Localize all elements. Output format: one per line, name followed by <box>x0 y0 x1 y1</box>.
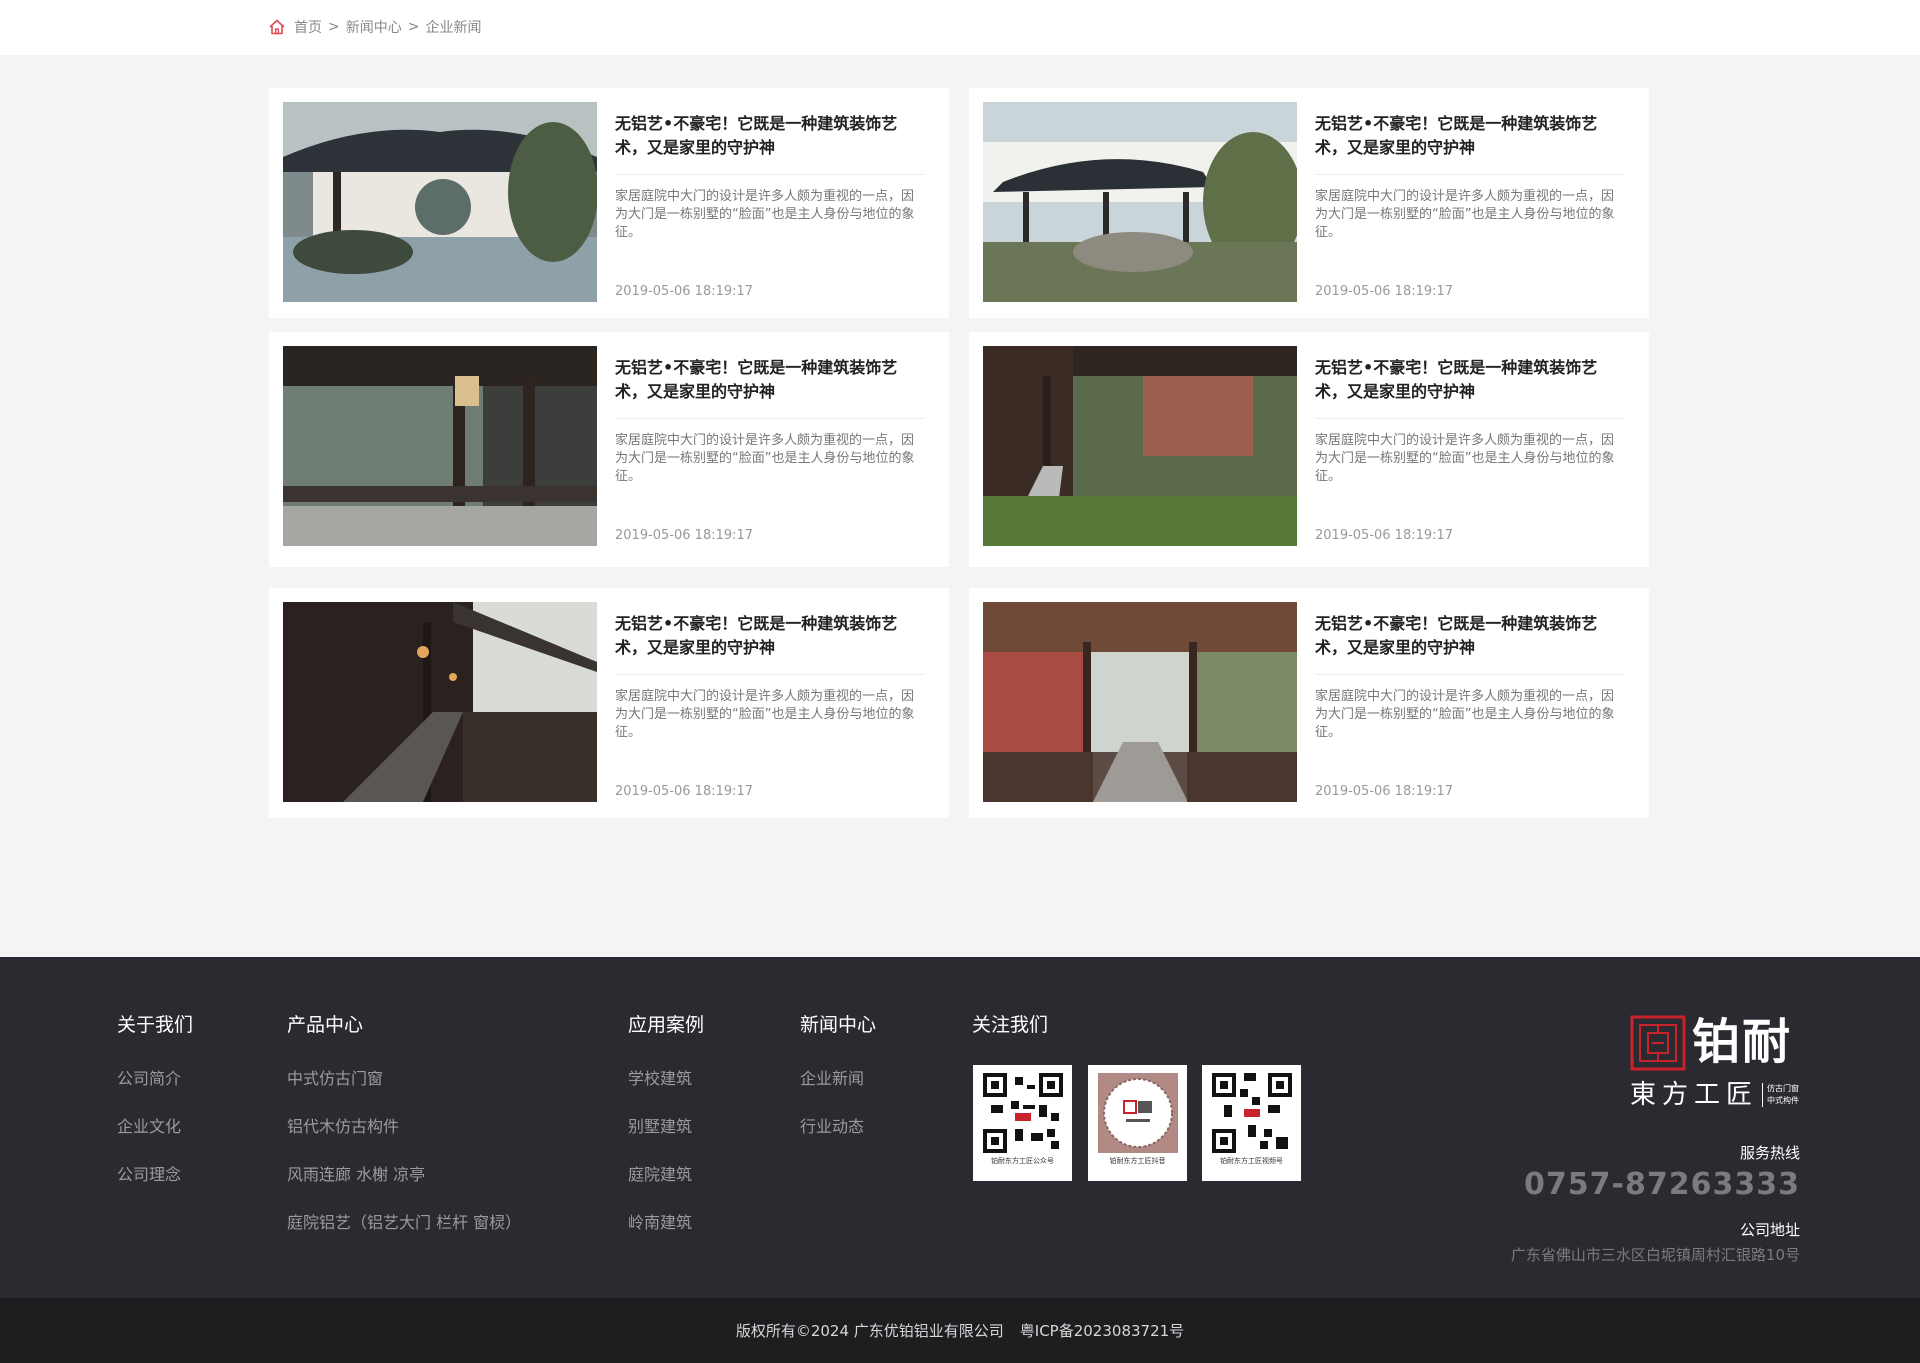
footer-link-courtyard-buildings[interactable]: 庭院建筑 <box>628 1163 704 1187</box>
qr-code-douyin: 铂耐东方工匠抖音 <box>1088 1065 1187 1181</box>
qr-code-video-channel: 铂耐东方工匠视频号 <box>1202 1065 1301 1181</box>
news-date: 2019-05-06 18:19:17 <box>1315 284 1454 299</box>
footer-products-column: 产品中心 中式仿古门窗 铝代木仿古构件 风雨连廊 水榭 凉亭 庭院铝艺（铝艺大门… <box>287 1013 521 1259</box>
breadcrumb-home-link[interactable]: 首页 <box>294 17 322 37</box>
brand-tag-doors: 仿古门窗 <box>1767 1084 1799 1093</box>
news-thumbnail[interactable] <box>983 102 1297 302</box>
news-description: 家居庭院中大门的设计是许多人颇为重视的一点，因为大门是一栋别墅的“脸面”也是主人… <box>1315 433 1615 484</box>
divider <box>615 418 925 419</box>
qr-caption: 铂耐东方工匠视频号 <box>1220 1157 1283 1165</box>
news-description: 家居庭院中大门的设计是许多人颇为重视的一点，因为大门是一栋别墅的“脸面”也是主人… <box>1315 689 1615 740</box>
footer-link-aluminum-components[interactable]: 铝代木仿古构件 <box>287 1115 521 1139</box>
news-title[interactable]: 无铝艺•不豪宅！它既是一种建筑装饰艺术，又是家里的守护神 <box>615 356 925 404</box>
news-title[interactable]: 无铝艺•不豪宅！它既是一种建筑装饰艺术，又是家里的守护神 <box>1315 356 1625 404</box>
news-description: 家居庭院中大门的设计是许多人颇为重视的一点，因为大门是一栋别墅的“脸面”也是主人… <box>615 689 915 740</box>
news-description: 家居庭院中大门的设计是许多人颇为重视的一点，因为大门是一栋别墅的“脸面”也是主人… <box>615 433 915 484</box>
footer-follow-title: 关注我们 <box>972 1014 1049 1036</box>
news-thumbnail[interactable] <box>983 602 1297 802</box>
news-card[interactable]: 无铝艺•不豪宅！它既是一种建筑装饰艺术，又是家里的守护神 家居庭院中大门的设计是… <box>969 88 1649 318</box>
news-thumbnail[interactable] <box>283 602 597 802</box>
news-description: 家居庭院中大门的设计是许多人颇为重视的一点，因为大门是一栋别墅的“脸面”也是主人… <box>1315 189 1615 240</box>
icp-record-link[interactable]: 粤ICP备2023083721号 <box>1020 1320 1184 1341</box>
breadcrumb-separator: > <box>407 19 420 35</box>
brand-divider <box>1762 1083 1763 1107</box>
news-title[interactable]: 无铝艺•不豪宅！它既是一种建筑装饰艺术，又是家里的守护神 <box>1315 112 1625 160</box>
footer-follow-column: 关注我们 <box>972 1013 1048 1067</box>
footer-link-villa-buildings[interactable]: 别墅建筑 <box>628 1115 704 1139</box>
footer-link-chinese-doors-windows[interactable]: 中式仿古门窗 <box>287 1067 521 1091</box>
divider <box>615 674 925 675</box>
footer-link-industry-news[interactable]: 行业动态 <box>800 1115 876 1139</box>
brand-slogan: 東方工匠 <box>1630 1080 1759 1110</box>
divider <box>1315 674 1625 675</box>
qr-code-wechat-official: 铂耐东方工匠公众号 <box>973 1065 1072 1181</box>
news-card[interactable]: 无铝艺•不豪宅！它既是一种建筑装饰艺术，又是家里的守护神 家居庭院中大门的设计是… <box>969 332 1649 567</box>
brand-tag-components: 中式构件 <box>1767 1096 1799 1105</box>
footer-link-corridor-pavilion[interactable]: 风雨连廊 水榭 凉亭 <box>287 1163 521 1187</box>
breadcrumb-company-news-link[interactable]: 企业新闻 <box>425 17 481 37</box>
news-card[interactable]: 无铝艺•不豪宅！它既是一种建筑装饰艺术，又是家里的守护神 家居庭院中大门的设计是… <box>269 88 949 318</box>
news-thumbnail[interactable] <box>283 346 597 546</box>
home-icon <box>269 19 285 35</box>
news-thumbnail[interactable] <box>283 102 597 302</box>
copyright-bar: 版权所有©2024 广东优铂铝业有限公司 粤ICP备2023083721号 <box>0 1298 1920 1363</box>
footer-about-title: 关于我们 <box>117 1014 194 1036</box>
news-date: 2019-05-06 18:19:17 <box>615 284 754 299</box>
divider <box>1315 174 1625 175</box>
hotline-number[interactable]: 0757-87263333 <box>1524 1167 1800 1202</box>
news-title[interactable]: 无铝艺•不豪宅！它既是一种建筑装饰艺术，又是家里的守护神 <box>615 112 925 160</box>
breadcrumb-news-center-link[interactable]: 新闻中心 <box>346 17 402 37</box>
footer-link-company-profile[interactable]: 公司简介 <box>117 1067 193 1091</box>
copyright-text: 版权所有©2024 广东优铂铝业有限公司 <box>735 1322 1004 1340</box>
footer-cases-column: 应用案例 学校建筑 别墅建筑 庭院建筑 岭南建筑 <box>628 1013 704 1259</box>
news-card[interactable]: 无铝艺•不豪宅！它既是一种建筑装饰艺术，又是家里的守护神 家居庭院中大门的设计是… <box>269 588 949 818</box>
news-date: 2019-05-06 18:19:17 <box>1315 784 1454 799</box>
news-date: 2019-05-06 18:19:17 <box>615 528 754 543</box>
footer-link-company-news[interactable]: 企业新闻 <box>800 1067 876 1091</box>
news-description: 家居庭院中大门的设计是许多人颇为重视的一点，因为大门是一栋别墅的“脸面”也是主人… <box>615 189 915 240</box>
qr-code-icon <box>982 1073 1063 1153</box>
footer-link-company-culture[interactable]: 企业文化 <box>117 1115 193 1139</box>
news-date: 2019-05-06 18:19:17 <box>615 784 754 799</box>
footer-link-lingnan-buildings[interactable]: 岭南建筑 <box>628 1211 704 1235</box>
news-thumbnail[interactable] <box>983 346 1297 546</box>
hotline-label: 服务热线 <box>1739 1144 1800 1162</box>
brand-logo[interactable]: 铂耐 東方工匠 仿古门窗 中式构件 <box>1630 1014 1800 1115</box>
breadcrumb: 首页 > 新闻中心 > 企业新闻 <box>268 17 481 37</box>
company-address: 广东省佛山市三水区白坭镇周村汇银路10号 <box>1510 1246 1800 1264</box>
breadcrumb-bar: 首页 > 新闻中心 > 企业新闻 <box>0 0 1920 55</box>
footer-link-school-buildings[interactable]: 学校建筑 <box>628 1067 704 1091</box>
breadcrumb-separator: > <box>328 19 340 35</box>
qr-caption: 铂耐东方工匠抖音 <box>1109 1157 1166 1165</box>
news-card[interactable]: 无铝艺•不豪宅！它既是一种建筑装饰艺术，又是家里的守护神 家居庭院中大门的设计是… <box>969 588 1649 818</box>
brand-name: 铂耐 <box>1692 1014 1793 1070</box>
news-card[interactable]: 无铝艺•不豪宅！它既是一种建筑装饰艺术，又是家里的守护神 家居庭院中大门的设计是… <box>269 332 949 567</box>
footer-news-title: 新闻中心 <box>800 1014 877 1036</box>
qr-code-icon <box>1211 1073 1292 1153</box>
news-date: 2019-05-06 18:19:17 <box>1315 528 1454 543</box>
footer: 关于我们 公司简介 企业文化 公司理念 产品中心 中式仿古门窗 铝代木仿古构件 … <box>0 957 1920 1298</box>
news-title[interactable]: 无铝艺•不豪宅！它既是一种建筑装饰艺术，又是家里的守护神 <box>1315 612 1625 660</box>
address-label: 公司地址 <box>1739 1221 1800 1239</box>
footer-news-column: 新闻中心 企业新闻 行业动态 <box>800 1013 876 1163</box>
footer-cases-title: 应用案例 <box>628 1014 705 1036</box>
footer-link-courtyard-aluminum-art[interactable]: 庭院铝艺（铝艺大门 栏杆 窗棂） <box>287 1211 521 1235</box>
divider <box>615 174 925 175</box>
footer-link-company-philosophy[interactable]: 公司理念 <box>117 1163 193 1187</box>
footer-products-title: 产品中心 <box>287 1014 364 1036</box>
footer-about-column: 关于我们 公司简介 企业文化 公司理念 <box>117 1013 193 1211</box>
douyin-code-icon <box>1097 1073 1178 1153</box>
news-title[interactable]: 无铝艺•不豪宅！它既是一种建筑装饰艺术，又是家里的守护神 <box>615 612 925 660</box>
divider <box>1315 418 1625 419</box>
qr-caption: 铂耐东方工匠公众号 <box>991 1157 1054 1165</box>
